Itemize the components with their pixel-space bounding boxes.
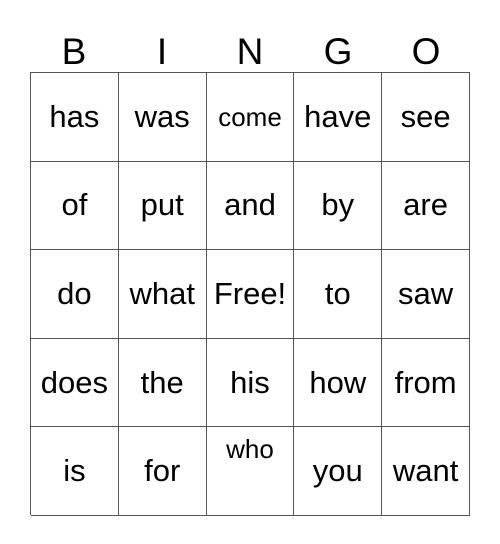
bingo-cell[interactable]: from: [382, 338, 470, 428]
bingo-free-space[interactable]: Free!: [206, 250, 295, 339]
bingo-row: do what Free! to saw: [31, 250, 470, 339]
bingo-cell[interactable]: saw: [382, 250, 470, 339]
bingo-cell[interactable]: of: [31, 161, 119, 251]
bingo-cell[interactable]: to: [294, 250, 383, 339]
bingo-cell[interactable]: put: [118, 161, 207, 251]
bingo-row: has was come have see: [31, 73, 470, 162]
bingo-cell-label: want: [392, 453, 459, 489]
bingo-cell[interactable]: and: [206, 161, 295, 251]
header-letter-n: N: [236, 31, 264, 72]
bingo-cell[interactable]: by: [294, 161, 383, 251]
bingo-cell-label: saw: [398, 275, 454, 311]
bingo-cell-label: see: [400, 98, 451, 134]
bingo-free-space-label: Free!: [213, 275, 287, 311]
header-letter-g: G: [323, 31, 353, 72]
bingo-cell-label: to: [324, 275, 351, 311]
bingo-cell-label: do: [57, 275, 92, 311]
bingo-cell[interactable]: has: [31, 73, 119, 162]
bingo-cell-label: from: [394, 364, 457, 400]
bingo-cell[interactable]: you: [294, 427, 383, 516]
bingo-header: B I N G O: [30, 20, 470, 72]
bingo-cell[interactable]: his: [206, 338, 295, 428]
bingo-cell-label: and: [224, 187, 276, 223]
bingo-cell-label: his: [230, 364, 270, 400]
bingo-cell-label: what: [129, 275, 195, 311]
bingo-cell-label: how: [309, 364, 367, 400]
header-letter-b: B: [61, 31, 87, 72]
bingo-cell-label: you: [312, 453, 363, 489]
bingo-cell[interactable]: the: [118, 338, 207, 428]
bingo-cell[interactable]: for: [118, 427, 207, 516]
bingo-cell[interactable]: who: [206, 427, 295, 516]
header-letter-i: I: [156, 31, 168, 72]
bingo-cell-label: have: [304, 98, 372, 134]
bingo-row: does the his how from: [31, 338, 470, 428]
bingo-cell-label: who: [226, 434, 274, 465]
bingo-row: of put and by are: [31, 161, 470, 251]
bingo-cell[interactable]: do: [31, 250, 119, 339]
bingo-cell[interactable]: come: [206, 73, 295, 162]
bingo-cell[interactable]: see: [382, 73, 470, 162]
bingo-grid: has was come have see of put and by are …: [30, 72, 470, 516]
bingo-cell[interactable]: is: [31, 427, 119, 516]
bingo-cell[interactable]: what: [118, 250, 207, 339]
header-letter-o: O: [411, 31, 441, 72]
bingo-cell-label: are: [403, 187, 448, 223]
bingo-cell[interactable]: are: [382, 161, 470, 251]
bingo-row: is for who you want: [31, 427, 470, 516]
bingo-card: B I N G O has was come have see of put a…: [0, 0, 500, 544]
bingo-cell-label: was: [134, 98, 190, 134]
bingo-cell-label: put: [140, 187, 184, 223]
bingo-cell-label: come: [218, 101, 282, 132]
bingo-cell-label: is: [63, 453, 86, 489]
bingo-cell-label: of: [61, 187, 88, 223]
bingo-cell-label: has: [49, 98, 100, 134]
bingo-cell-label: by: [321, 187, 355, 223]
bingo-cell[interactable]: have: [294, 73, 383, 162]
bingo-cell-label: for: [144, 453, 181, 489]
bingo-cell[interactable]: how: [294, 338, 383, 428]
bingo-cell-label: the: [140, 364, 184, 400]
bingo-cell-label: does: [40, 364, 109, 400]
bingo-cell[interactable]: was: [118, 73, 207, 162]
bingo-cell[interactable]: want: [382, 427, 470, 516]
bingo-cell[interactable]: does: [31, 338, 119, 428]
